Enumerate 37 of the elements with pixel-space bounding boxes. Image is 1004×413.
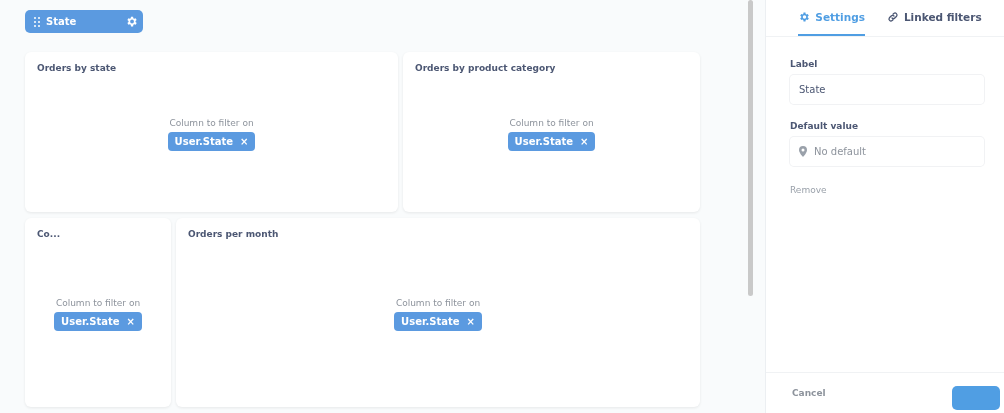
settings-icon — [798, 11, 811, 23]
filter-label: State — [46, 16, 78, 27]
settings-icon[interactable] — [125, 15, 138, 28]
remove-icon[interactable]: × — [466, 316, 475, 328]
card-title: Co... — [37, 229, 62, 240]
cancel-button[interactable]: Cancel — [792, 388, 826, 398]
card-title: Orders per month — [188, 229, 280, 240]
remove-icon[interactable]: × — [240, 135, 249, 147]
map-pin-icon — [799, 146, 807, 157]
filter-prompt: Column to filter on — [395, 298, 481, 309]
card-title: Orders by state — [37, 62, 118, 73]
column-name: User.State — [401, 316, 460, 328]
default-value-field[interactable]: No default — [790, 137, 984, 166]
remove-icon[interactable]: × — [126, 316, 135, 328]
label-field[interactable]: State — [790, 75, 984, 104]
remove-icon[interactable]: × — [580, 135, 589, 147]
scrollbar[interactable] — [747, 0, 753, 296]
field-label: Label — [790, 59, 819, 69]
column-chip[interactable]: User.State × — [394, 312, 482, 332]
filter-prompt: Column to filter on — [169, 117, 254, 128]
tab[interactable]: Linked filters — [886, 0, 982, 36]
card-title: Orders by product category — [415, 62, 557, 73]
filter-widget[interactable]: State — [25, 10, 143, 33]
link-icon — [886, 11, 899, 23]
column-name: User.State — [514, 135, 574, 147]
column-name: User.State — [174, 135, 234, 147]
remove-link[interactable]: Remove — [790, 185, 984, 195]
tab[interactable]: Settings — [798, 0, 865, 36]
column-chip[interactable]: User.State × — [54, 312, 142, 332]
filter-prompt: Column to filter on — [55, 298, 141, 309]
column-name: User.State — [61, 316, 120, 328]
field-label: Default value — [790, 121, 860, 131]
drag-handle-icon[interactable] — [34, 16, 40, 27]
primary-button[interactable] — [952, 386, 1000, 410]
column-chip[interactable]: User.State × — [507, 131, 596, 151]
column-chip[interactable]: User.State × — [167, 131, 256, 151]
filter-prompt: Column to filter on — [509, 117, 594, 128]
